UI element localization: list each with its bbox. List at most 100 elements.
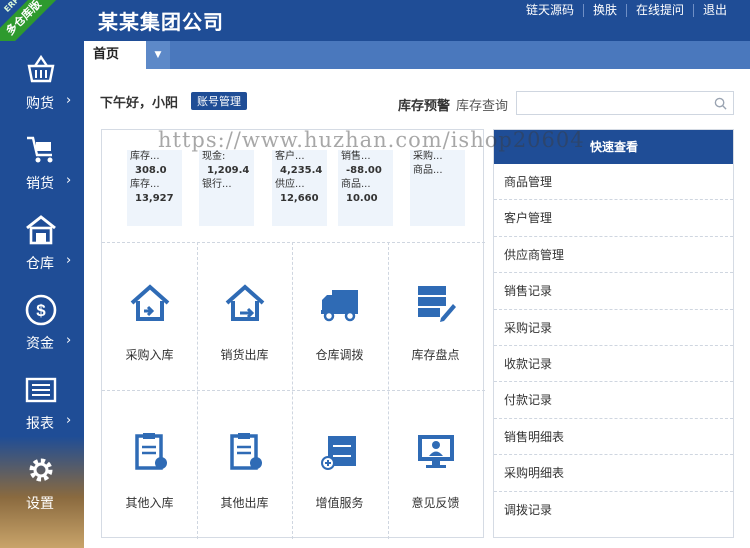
tile-label: 其他入库 xyxy=(125,496,174,510)
tile-value-added[interactable]: 增值服务 xyxy=(292,390,387,538)
stat-value xyxy=(199,192,254,206)
tile-other-out[interactable]: 其他出库 xyxy=(197,390,292,538)
tile-label: 销货出库 xyxy=(220,348,269,362)
quick-link-product-mgmt[interactable]: 商品管理 xyxy=(494,164,733,201)
inventory-query-label: 库存查询 xyxy=(456,99,509,114)
sidebar-item-label: 销货 xyxy=(26,176,54,192)
house-arrow-icon xyxy=(130,284,170,321)
sidebar-item-purchase[interactable]: 购货 › xyxy=(0,41,84,121)
watermark-text: https://www.huzhan.com/ishop20604 xyxy=(158,128,585,152)
stat-label: 银行... xyxy=(202,179,232,190)
stat-card[interactable]: 现金: 1,209.4 银行... xyxy=(199,150,254,226)
quick-link-customer-mgmt[interactable]: 客户管理 xyxy=(494,200,733,237)
tile-label: 采购入库 xyxy=(125,348,174,362)
quick-view-panel: 快速查看 商品管理 客户管理 供应商管理 销售记录 采购记录 收款记录 付款记录… xyxy=(493,129,734,538)
sidebar: 购货 › 销货 › 仓库 › $ 资金 › 报表 › 设置 xyxy=(0,41,84,548)
quick-link-transfer-records[interactable]: 调拨记录 xyxy=(494,492,733,528)
basket-icon xyxy=(27,54,55,83)
inventory-search-input[interactable] xyxy=(517,92,707,114)
link-skin[interactable]: 换肤 xyxy=(582,4,626,17)
quick-link-sales-detail[interactable]: 销售明细表 xyxy=(494,419,733,456)
greeting-text: 下午好，小阳 xyxy=(100,96,179,111)
dollar-icon: $ xyxy=(25,294,57,326)
stat-card[interactable]: 客户... 4,235.4 供应... 12,660 xyxy=(272,150,327,226)
inventory-warning-link[interactable]: 库存预警 xyxy=(398,95,450,114)
sidebar-item-label: 报表 xyxy=(26,416,54,432)
warehouse-icon xyxy=(26,215,56,245)
sidebar-item-reports[interactable]: 报表 › xyxy=(0,361,84,441)
stat-value: 4,235.4 xyxy=(280,165,323,176)
house-forward-icon xyxy=(225,284,265,321)
truck-icon xyxy=(321,290,358,322)
cabinet-plus-icon xyxy=(321,436,356,470)
quick-link-sales-records[interactable]: 销售记录 xyxy=(494,273,733,310)
sidebar-item-label: 购货 xyxy=(26,96,54,112)
svg-text:$: $ xyxy=(36,301,46,320)
search-icon[interactable] xyxy=(714,97,727,110)
tab-home[interactable]: 首页 xyxy=(84,41,146,69)
tile-label: 仓库调拨 xyxy=(315,348,364,362)
dashboard-panel: 库存... 308.0 库存... 13,927 现金: 1,209.4 银行.… xyxy=(101,129,485,539)
sidebar-item-label: 仓库 xyxy=(26,256,54,272)
monitor-user-icon xyxy=(418,435,454,468)
stat-label: 商品... xyxy=(341,179,371,190)
brand-title: 某某集团公司 xyxy=(98,10,224,34)
tile-label: 库存盘点 xyxy=(411,348,460,362)
sidebar-item-label: 资金 xyxy=(26,336,54,352)
link-source[interactable]: 链天源码 xyxy=(517,4,583,17)
tile-label: 意见反馈 xyxy=(411,496,460,510)
tile-sales-out[interactable]: 销货出库 xyxy=(197,242,292,390)
link-logout[interactable]: 退出 xyxy=(692,4,736,17)
stat-value: 10.00 xyxy=(346,193,378,204)
tile-label: 增值服务 xyxy=(315,496,364,510)
stat-label: 商品... xyxy=(413,165,443,176)
tile-label: 其他出库 xyxy=(220,496,269,510)
clipboard-in-icon xyxy=(135,433,167,470)
clipboard-out-icon xyxy=(230,433,262,470)
inventory-search-box xyxy=(516,91,734,115)
stat-label: 现金: xyxy=(202,151,226,162)
stat-value: 12,660 xyxy=(280,193,319,204)
quick-link-payment-records[interactable]: 付款记录 xyxy=(494,382,733,419)
top-links: 链天源码 换肤 在线提问 退出 xyxy=(517,4,736,17)
stat-label xyxy=(410,178,465,192)
quick-link-purchase-records[interactable]: 采购记录 xyxy=(494,310,733,346)
tile-feedback[interactable]: 意见反馈 xyxy=(388,390,483,538)
tile-transfer[interactable]: 仓库调拨 xyxy=(292,242,387,390)
link-ask-online[interactable]: 在线提问 xyxy=(625,4,693,17)
chevron-right-icon: › xyxy=(66,253,72,268)
tab-dropdown-button[interactable]: ▼ xyxy=(146,41,170,69)
quick-link-supplier-mgmt[interactable]: 供应商管理 xyxy=(494,237,733,274)
stack-edit-icon xyxy=(418,286,456,322)
stat-label: 库存... xyxy=(130,151,160,162)
quick-link-purchase-detail[interactable]: 采购明细表 xyxy=(494,455,733,492)
stat-label: 库存... xyxy=(130,179,160,190)
stat-value: 1,209.4 xyxy=(207,165,250,176)
tab-bar: 首页 ▼ xyxy=(84,41,750,69)
report-icon xyxy=(25,377,57,403)
chevron-right-icon: › xyxy=(66,173,72,188)
sidebar-item-sales[interactable]: 销货 › xyxy=(0,121,84,201)
stat-value: 308.0 xyxy=(135,165,167,176)
sidebar-item-funds[interactable]: $ 资金 › xyxy=(0,281,84,361)
tile-other-in[interactable]: 其他入库 xyxy=(102,390,197,538)
sidebar-item-settings[interactable]: 设置 xyxy=(0,441,84,521)
stat-card[interactable]: 库存... 308.0 库存... 13,927 xyxy=(127,150,182,226)
stat-card[interactable]: 采购... 商品... xyxy=(410,150,465,226)
cart-icon xyxy=(27,136,53,163)
quick-link-receipt-records[interactable]: 收款记录 xyxy=(494,346,733,383)
stat-label xyxy=(410,192,465,206)
stat-label: 采购... xyxy=(413,151,443,162)
sidebar-item-warehouse[interactable]: 仓库 › xyxy=(0,201,84,281)
tile-purchase-in[interactable]: 采购入库 xyxy=(102,242,197,390)
stat-label: 客户... xyxy=(275,151,305,162)
chevron-right-icon: › xyxy=(66,333,72,348)
chevron-right-icon: › xyxy=(66,413,72,428)
sidebar-item-label: 设置 xyxy=(26,496,54,512)
account-manage-button[interactable]: 账号管理 xyxy=(191,92,247,110)
top-header: 多仓库版 ERP 某某集团公司 链天源码 换肤 在线提问 退出 xyxy=(0,0,750,61)
tile-stocktake[interactable]: 库存盘点 xyxy=(388,242,483,390)
stat-card[interactable]: 销售... -88.00 商品... 10.00 xyxy=(338,150,393,226)
stat-value: -88.00 xyxy=(346,165,382,176)
stat-label: 供应... xyxy=(275,179,305,190)
